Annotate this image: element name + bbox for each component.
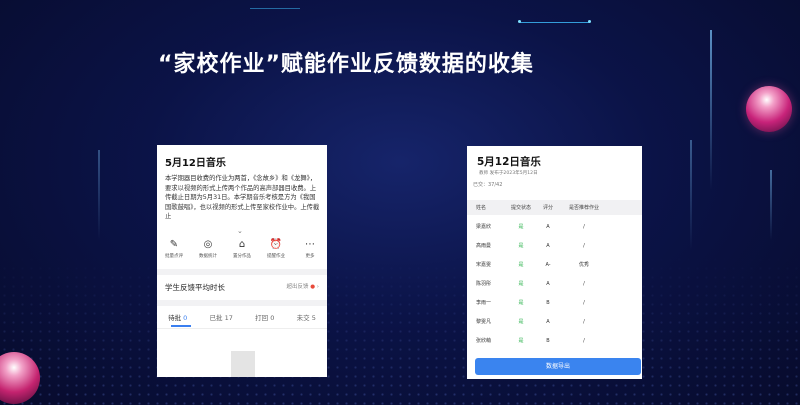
action-label: 更多 [305,254,315,259]
light-streak [690,140,692,250]
grade: B [546,299,550,306]
more-button[interactable]: ⋯ 更多 [296,238,324,268]
submit-status: 是 [518,300,524,306]
slide-title: “家校作业”赋能作业反馈数据的收集 [158,52,534,77]
pencil-icon: ✎ [169,239,179,250]
tab-graded[interactable]: 已批 17 [210,312,233,322]
grade: B [546,337,550,344]
alarm-icon: ⏰ [269,239,283,250]
student-name: 高雨曼 [476,243,492,249]
action-label: 数据统计 [199,254,217,259]
red-dot-icon: ● [310,284,316,290]
student-name: 陈羽彤 [476,281,492,287]
grade: A [546,242,550,249]
student-name: 宋嘉雯 [476,262,492,268]
light-streak [710,30,712,190]
folder-icon: ⌂ [238,239,246,250]
status-tabs: 待批 0 已批 17 打回 0 未交 5 [157,312,327,322]
dot-grid-decoration [0,255,800,405]
student-name: 梁嘉欣 [476,224,492,230]
slide: “家校作业”赋能作业反馈数据的收集 5月12日音乐 本学期器目收费的作业为两首，… [0,0,800,405]
homework-detail-screen: 5月12日音乐 本学期器目收费的作业为两首，《念故乡》和《龙舞》，要求以视频的形… [157,145,327,377]
grade: A [546,318,550,325]
submit-status: 是 [518,319,524,325]
recommend: / [583,337,585,344]
column-header: 是否推荐作业 [568,205,599,211]
more-icon: ⋯ [305,239,315,250]
remind-button[interactable]: ⏰ 提醒作业 [262,238,290,268]
data-stats-button[interactable]: ◎ 数据统计 [194,238,222,268]
section-divider [157,269,327,275]
student-name: 黎雯凡 [476,319,492,325]
column-header: 评分 [542,205,553,211]
circuit-decoration [520,0,590,23]
recommend: / [583,223,585,230]
student-name: 张欣萌 [476,338,492,344]
publish-info: 教师 发布于2023年5月12日 [479,171,538,176]
recommend: / [583,280,585,287]
submit-status: 是 [518,262,524,268]
column-header: 提交状态 [510,205,531,211]
tab-returned[interactable]: 打回 0 [255,312,274,322]
table-row[interactable]: 张欣萌 是 B / [467,331,642,350]
active-tab-underline [171,325,191,327]
table-row[interactable]: 高雨曼 是 A / [467,236,642,255]
chevron-down-icon[interactable]: ⌄ [237,227,243,235]
column-header: 姓名 [476,205,487,211]
submit-status: 是 [518,338,524,344]
submit-status: 是 [518,281,524,287]
table-row[interactable]: 梁嘉欣 是 A / [467,217,642,236]
homework-title: 5月12日音乐 [477,156,541,168]
action-label: 提醒作业 [267,254,285,259]
light-streak [98,150,100,240]
recommend: / [583,318,585,325]
table-row[interactable]: 黎雯凡 是 A / [467,312,642,331]
export-data-button[interactable]: 数据导出 [475,358,641,375]
grade: A- [545,261,551,268]
recommend: / [583,299,585,306]
table-row[interactable]: 宋嘉雯 是 A- 优秀 [467,255,642,274]
data-icon: ◎ [203,239,213,250]
circuit-decoration [250,0,300,9]
recommend: 优秀 [578,262,589,268]
table-body: 梁嘉欣 是 A / 高雨曼 是 A / 宋嘉雯 是 A- 优秀 陈羽彤 是 A [467,217,642,350]
tab-unsubmitted[interactable]: 未交 5 [297,312,316,322]
action-bar: ✎ 批量点评 ◎ 数据统计 ⌂ 置分作品 ⏰ 提醒作业 ⋯ 更多 [157,238,327,268]
submitted-count: 已交：37/42 [473,182,503,188]
table-header: 姓名 提交状态 评分 是否推荐作业 [467,200,642,215]
recommend: / [583,242,585,249]
student-name: 李雨一 [476,300,492,306]
submit-status: 是 [518,224,524,230]
action-label: 置分作品 [233,254,251,259]
circuit-dot [588,20,591,23]
light-streak [770,170,772,240]
grade: A [546,280,550,287]
circuit-dot [518,20,521,23]
overdue-label: 超出反馈 [286,284,309,290]
homework-title: 5月12日音乐 [165,158,226,169]
works-button[interactable]: ⌂ 置分作品 [228,238,256,268]
table-row[interactable]: 李雨一 是 B / [467,293,642,312]
tab-divider [157,328,327,329]
table-row[interactable]: 陈羽彤 是 A / [467,274,642,293]
section-divider [157,300,327,306]
feedback-duration-label: 学生反馈平均时长 [165,283,225,292]
submit-status: 是 [518,243,524,249]
grade: A [546,223,550,230]
batch-comment-button[interactable]: ✎ 批量点评 [160,238,188,268]
tab-pending[interactable]: 待批 0 [168,312,187,322]
action-label: 批量点评 [165,254,183,259]
pink-orb-decoration [746,86,792,132]
submission-table-screen: 5月12日音乐 教师 发布于2023年5月12日 已交：37/42 姓名 提交状… [467,146,642,379]
empty-state-image [231,351,255,377]
feedback-duration-link[interactable]: 超出反馈 ● › [286,282,319,290]
